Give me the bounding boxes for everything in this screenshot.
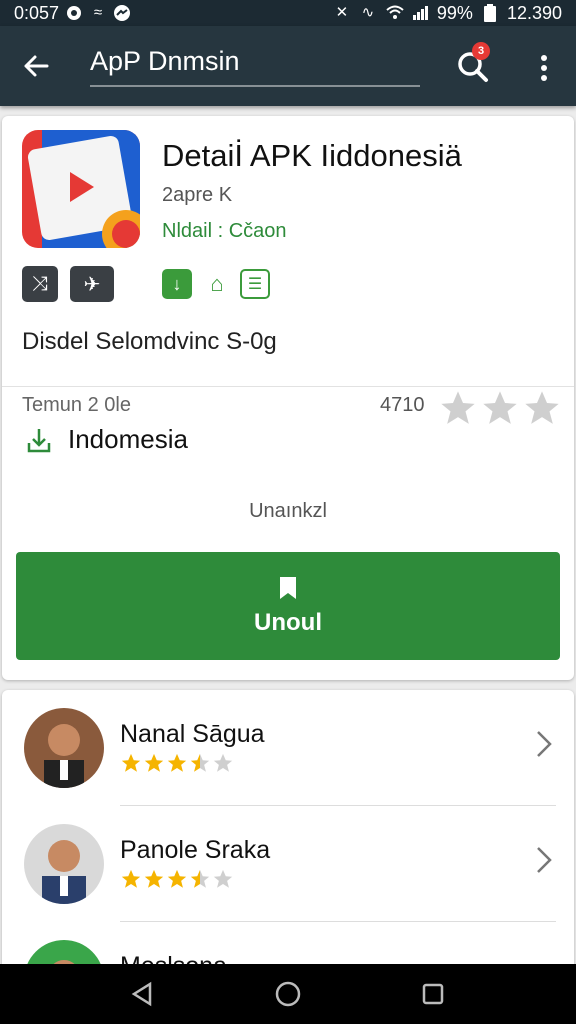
status-right: ✕ ∿ 99% 12.390 [333, 3, 562, 24]
share-icon: ✈ [83, 273, 101, 296]
rating-stars[interactable] [438, 388, 562, 428]
home-icon: ⌂ [210, 271, 224, 296]
star-icon [213, 869, 233, 888]
star-icon [213, 753, 233, 772]
status-left: 0:057 ≈ [14, 3, 131, 24]
mute-icon: ✕ [335, 4, 349, 21]
list-icon: ☰ [247, 276, 263, 293]
list-item[interactable]: Nanal Sāgua [2, 690, 574, 806]
search-button[interactable]: 3 [448, 42, 498, 92]
download-arrow-icon [27, 428, 51, 452]
install-status: Unaınkzl [249, 500, 327, 522]
avatar [24, 824, 104, 904]
arrow-left-icon [24, 55, 49, 77]
star-icon [441, 391, 475, 424]
app-subtitle: 2apre K [162, 184, 233, 206]
list-item-name: Panole Sraka [120, 836, 271, 864]
list-item-name: Nanal Sāgua [120, 720, 265, 748]
chevron-right-icon [537, 731, 552, 757]
app-developer[interactable]: Nldail : Cčaon [162, 220, 287, 243]
messenger-icon [113, 4, 131, 22]
star-icon [144, 869, 164, 888]
notification-badge: 3 [472, 42, 490, 60]
star-icon [167, 753, 187, 772]
badge-home[interactable]: ⌂ [202, 269, 232, 299]
status-bar: 0:057 ≈ ✕ ∿ 99% 12.390 [0, 0, 576, 26]
star-icon [483, 391, 517, 424]
battery-icon [481, 4, 499, 22]
vibrate-icon: ∿ [361, 4, 375, 21]
download-icon: ↓ [172, 273, 182, 294]
more-options-button[interactable] [520, 44, 568, 92]
star-icon [190, 869, 210, 888]
back-icon [131, 981, 151, 1007]
status-time: 0:057 [14, 2, 60, 23]
star-icon [121, 753, 141, 772]
country-label: Indomesia [68, 424, 188, 454]
badge-download[interactable]: ↓ [162, 269, 192, 299]
country-row: Indomesia [24, 424, 188, 455]
star-icon [525, 391, 559, 424]
wifi-icon [385, 4, 404, 22]
nav-recents-button[interactable] [413, 974, 453, 1014]
sync-icon [65, 4, 83, 22]
release-info: Temun 2 0le [22, 394, 131, 416]
list-item-stars [120, 752, 234, 774]
recents-icon [423, 983, 444, 1005]
install-button[interactable]: Unoul [16, 552, 560, 660]
status-clock: 12.390 [506, 2, 562, 23]
signal-icon [411, 4, 429, 22]
list-item-stars [120, 868, 234, 890]
app-description: Disdel Selomdvinc S-0g [22, 328, 277, 355]
bookmark-icon [280, 577, 296, 599]
rating-count: 4710 [380, 394, 425, 416]
navigation-bar [0, 964, 576, 1024]
nav-home-button[interactable] [268, 974, 308, 1014]
install-button-label: Unoul [254, 609, 322, 636]
app-bar-title: ApP Dnmsin [90, 46, 420, 87]
related-list: Nanal Sāgua Panole Sraka Meslsona [2, 690, 574, 980]
badge-shuffle[interactable]: ⤨ [22, 266, 58, 302]
star-icon [167, 869, 187, 888]
star-icon [144, 753, 164, 772]
app-detail-card: Detaiİ APK Iiddonesiä 2apre K Nldail : C… [2, 116, 574, 680]
list-item[interactable]: Panole Sraka [2, 806, 574, 922]
settings-icon: ≈ [93, 4, 103, 21]
home-icon [275, 981, 301, 1007]
divider [2, 386, 574, 387]
battery-percent: 99% [436, 2, 473, 23]
shuffle-icon: ⤨ [32, 272, 48, 295]
avatar [24, 708, 104, 788]
nav-back-button[interactable] [123, 974, 163, 1014]
app-bar: ApP Dnmsin 3 [0, 26, 576, 106]
badge-share[interactable]: ✈ [70, 266, 114, 302]
badge-list[interactable]: ☰ [240, 269, 270, 299]
star-icon [190, 753, 210, 772]
chevron-right-icon [537, 847, 552, 873]
back-button[interactable] [0, 26, 72, 106]
app-name: Detaiİ APK Iiddonesiä [162, 138, 462, 173]
more-vert-icon [541, 55, 547, 81]
star-icon [121, 869, 141, 888]
app-icon [22, 130, 140, 248]
